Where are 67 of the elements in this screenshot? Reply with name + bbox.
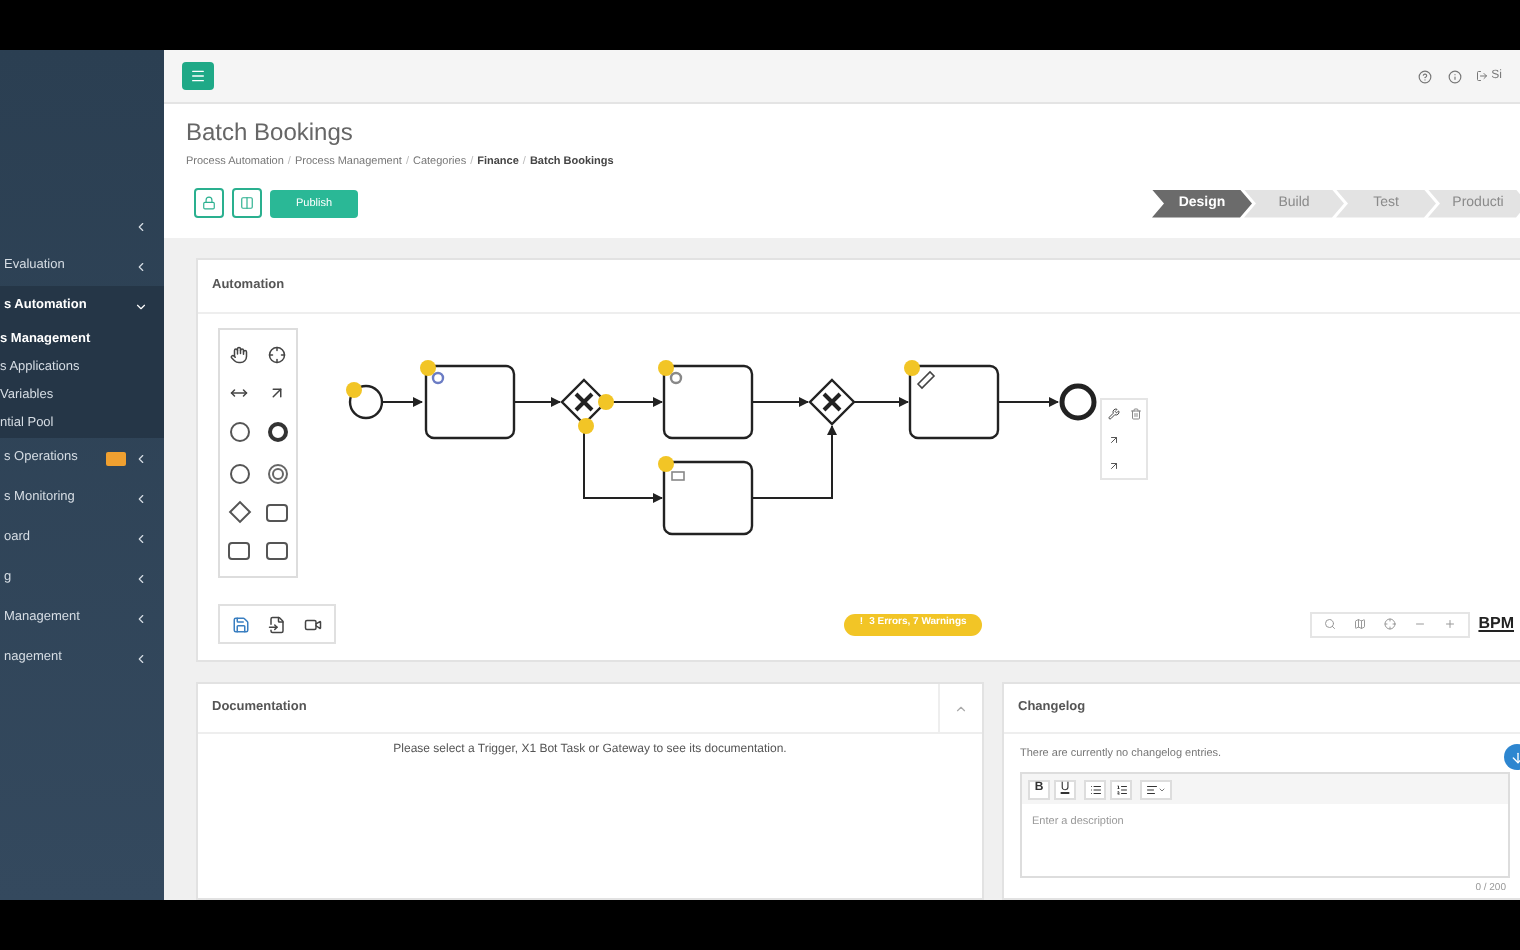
- task-icon[interactable]: [228, 541, 250, 560]
- align-dropdown[interactable]: [1140, 779, 1172, 800]
- chevron-icon: [134, 651, 148, 665]
- list-icon: [1089, 783, 1101, 796]
- task-icon[interactable]: [266, 541, 288, 560]
- flow-arrow: [853, 397, 909, 407]
- chevron-icon: [134, 531, 148, 545]
- numbered-list-button[interactable]: [1110, 779, 1132, 800]
- task-shape: [662, 460, 754, 536]
- warning-marker: [658, 360, 674, 376]
- crosshair-icon[interactable]: [268, 346, 286, 365]
- start-event: [348, 384, 384, 420]
- task-shape: [662, 364, 754, 440]
- trash-icon[interactable]: [1129, 407, 1141, 419]
- flow-arrow: [381, 397, 423, 407]
- video-icon[interactable]: [304, 615, 322, 633]
- map-icon[interactable]: [1354, 618, 1367, 630]
- menu-button[interactable]: [182, 62, 214, 90]
- align-icon: [1146, 783, 1158, 796]
- task-shape: [908, 364, 1000, 440]
- chevron-icon: [134, 259, 148, 273]
- wrench-icon[interactable]: [1107, 407, 1119, 419]
- list-button[interactable]: [1084, 779, 1106, 800]
- gateway-shape: [808, 378, 856, 426]
- warning-marker: [578, 418, 594, 434]
- task-shape: [424, 364, 516, 440]
- chevron-up-icon: [954, 701, 968, 715]
- warning-marker: [598, 394, 614, 410]
- layout-button[interactable]: [232, 188, 262, 219]
- gear-icon: [431, 371, 445, 385]
- bpmn-logo: BPM: [1478, 612, 1514, 636]
- arrow-icon[interactable]: [1107, 459, 1119, 471]
- hand-icon[interactable]: [230, 346, 248, 365]
- help-icon[interactable]: [1417, 69, 1432, 83]
- columns-icon: [240, 196, 254, 211]
- end-event: [1059, 383, 1097, 421]
- gear-icon: [669, 371, 683, 385]
- lock-button[interactable]: [194, 188, 224, 219]
- warning-marker: [904, 360, 920, 376]
- warning-marker: [420, 360, 436, 376]
- flow-arrow: [751, 425, 837, 499]
- logout-icon[interactable]: [1475, 70, 1488, 82]
- chevron-icon: [134, 611, 148, 625]
- warning-marker: [658, 456, 674, 472]
- chevron-icon: [134, 491, 148, 505]
- arrow-icon[interactable]: [268, 384, 286, 403]
- task-icon[interactable]: [266, 503, 288, 522]
- warning-marker: [346, 382, 362, 398]
- flow-arrow: [751, 397, 809, 407]
- lock-icon: [202, 196, 216, 211]
- save-icon[interactable]: [232, 615, 250, 633]
- numbered-list-icon: [1115, 783, 1127, 796]
- arrow-icon[interactable]: [1107, 433, 1119, 445]
- chevron-icon: [134, 299, 148, 313]
- chevron-icon: [134, 571, 148, 585]
- flow-arrow: [997, 397, 1059, 407]
- chevron-icon: [134, 219, 148, 233]
- pencil-icon: [916, 370, 936, 390]
- space-icon[interactable]: [230, 384, 248, 403]
- target-icon[interactable]: [267, 463, 287, 484]
- menu-icon: [190, 68, 206, 84]
- flow-arrow: [513, 397, 561, 407]
- page-title: Batch Bookings: [186, 118, 355, 146]
- import-icon[interactable]: [268, 615, 286, 633]
- envelope-icon: [671, 471, 685, 481]
- info-icon[interactable]: [1447, 69, 1462, 83]
- chevron-icon: [134, 451, 148, 465]
